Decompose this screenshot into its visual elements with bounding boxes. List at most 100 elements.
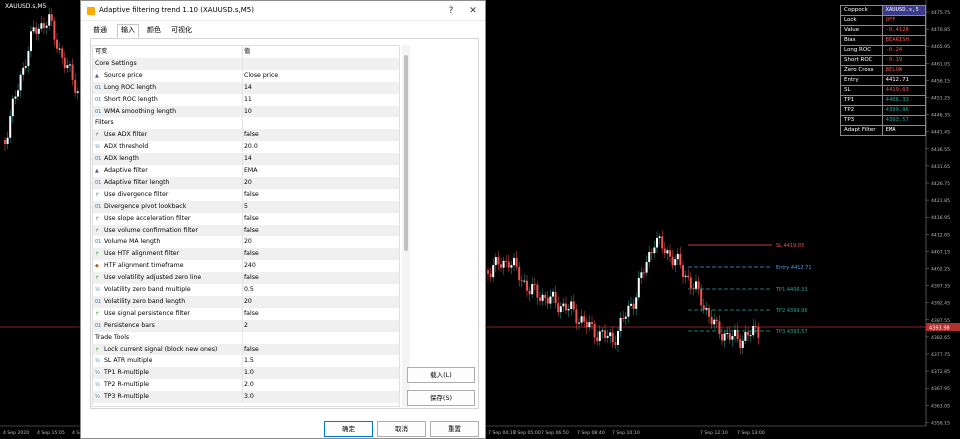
dialog-titlebar[interactable]: Adaptive filtering trend 1.10 (XAUUSD.s,… (81, 1, 485, 21)
info-row: Lock OFF (840, 15, 927, 26)
input-row[interactable]: ↱ Use ADX filter false (93, 129, 399, 142)
input-row[interactable]: ½ ADX threshold 20.0 (93, 141, 399, 154)
tab-common[interactable]: 普通 (93, 25, 107, 35)
candle-body (48, 14, 51, 26)
param-label: Volatility zero band multiple (104, 286, 191, 293)
tab-colors[interactable]: 颜色 (147, 25, 161, 35)
candle-body (679, 253, 682, 266)
info-value: XAUUSD.s,5 (881, 5, 927, 16)
info-label: Adapt Filter (840, 125, 883, 136)
candle-body (689, 277, 692, 289)
param-value[interactable]: 20.0 (244, 141, 394, 153)
candle-body (710, 316, 713, 325)
param-value[interactable]: 10 (244, 106, 394, 118)
info-row: Short ROC -0.19 (840, 55, 927, 66)
info-label: Short ROC (840, 55, 883, 66)
input-row[interactable]: 01 Adaptive filter length 20 (93, 176, 399, 189)
param-value[interactable]: 2.0 (244, 379, 394, 391)
input-row[interactable]: 01 Volume MA length 20 (93, 236, 399, 249)
param-label: Use signal persistence filter (104, 309, 190, 317)
input-row[interactable]: ↱ Use volume confirmation filter false (93, 224, 399, 237)
time-tick-label: 7 Sep 12:10 (700, 430, 728, 436)
input-row[interactable]: 01 Persistence bars 2 (93, 319, 399, 332)
param-label: Use ADX filter (104, 131, 148, 139)
param-value[interactable]: 1.5 (244, 355, 394, 367)
input-row[interactable]: ↱ Use volatility adjusted zero line false (93, 272, 399, 284)
ok-button[interactable]: 确定 (324, 421, 373, 437)
input-row[interactable]: ½ Volatility zero band multiple 0.5 (93, 284, 399, 296)
candle-body (546, 298, 549, 304)
input-row[interactable]: ½ TP3 R-multiple 3.0 (93, 391, 399, 403)
param-value[interactable]: 11 (244, 94, 394, 106)
param-value[interactable]: 240 (244, 260, 394, 272)
candle-body (9, 116, 12, 138)
candle-body (648, 252, 651, 263)
input-row[interactable]: ↱ Use divergence filter false (93, 188, 399, 201)
param-value[interactable]: false (244, 189, 394, 201)
save-button[interactable]: 保存(S) (407, 390, 475, 406)
param-value[interactable]: 0.5 (244, 284, 394, 296)
section-row: Core Settings (93, 57, 399, 70)
param-value[interactable]: false (244, 308, 394, 320)
input-row[interactable]: ½ TP2 R-multiple 2.0 (93, 379, 399, 392)
param-value[interactable]: 20 (244, 296, 394, 308)
chart-symbol-label: XAUUSD.s,M5 (5, 3, 47, 10)
param-label: Volume MA length (104, 238, 161, 246)
load-button[interactable]: 载入(L) (407, 367, 475, 383)
input-row[interactable]: 01 ADX length 14 (93, 153, 399, 165)
candle-body (492, 265, 495, 278)
param-value[interactable]: false (244, 225, 394, 237)
candle-body (684, 275, 687, 277)
param-value[interactable]: false (244, 248, 394, 260)
param-value[interactable]: 2 (244, 320, 394, 332)
input-row[interactable]: ▲ Adaptive filter EMA (93, 165, 399, 177)
info-value: EMA (881, 125, 927, 136)
param-value[interactable]: 20 (244, 236, 394, 248)
info-value: -0.24 (881, 45, 927, 56)
candle-body (661, 236, 664, 249)
input-row[interactable]: 01 Divergence pivot lookback 5 (93, 200, 399, 213)
param-value[interactable]: Close price (244, 70, 394, 82)
candle-body (643, 272, 645, 274)
candle-body (500, 264, 502, 268)
param-value[interactable]: false (244, 272, 394, 284)
param-label: Use volume confirmation filter (104, 226, 198, 234)
input-row[interactable]: ▲ Source price Close price (93, 69, 399, 82)
input-row[interactable]: ↱ Use slope acceleration filter false (93, 212, 399, 225)
cancel-button[interactable]: 取消 (377, 421, 426, 437)
param-value[interactable]: EMA (244, 165, 394, 177)
info-row: Value -0.4128 (840, 25, 927, 36)
input-row[interactable]: ↱ Use HTF alignment filter false (93, 248, 399, 261)
param-value[interactable]: 3.0 (244, 391, 394, 403)
param-value[interactable]: false (244, 344, 394, 356)
input-row[interactable]: 01 Long ROC length 14 (93, 81, 399, 94)
input-row[interactable]: 01 Short ROC length 11 (93, 93, 399, 106)
input-row[interactable]: ½ SL ATR multiple 1.5 (93, 355, 399, 368)
input-row[interactable]: ↱ Lock current signal (block new ones) fal… (93, 343, 399, 356)
grid-scrollbar[interactable] (402, 45, 410, 407)
param-value[interactable]: 14 (244, 82, 394, 94)
tab-visualization[interactable]: 可视化 (171, 25, 192, 35)
input-row[interactable]: 01 Volatility zero band length 20 (93, 295, 399, 308)
param-value[interactable]: false (244, 129, 394, 141)
close-icon[interactable]: ✕ (467, 5, 479, 17)
param-label: Adaptive filter length (104, 178, 170, 186)
param-value[interactable]: 14 (244, 153, 394, 165)
help-icon[interactable]: ? (445, 5, 457, 17)
candle-body (598, 331, 601, 342)
reset-button[interactable]: 重置 (430, 421, 479, 437)
input-row[interactable]: ½ TP1 R-multiple 1.0 (93, 367, 399, 380)
input-row[interactable]: ◆ HTF alignment timeframe 240 (93, 260, 399, 273)
scrollbar-thumb[interactable] (404, 55, 408, 251)
param-value[interactable]: 1.0 (244, 367, 394, 379)
input-row[interactable]: ↱ Use signal persistence filter false (93, 307, 399, 320)
info-value: 4393.57 (881, 115, 927, 126)
param-value[interactable]: false (244, 213, 394, 225)
trade-level-label: TP1 4406.33 (775, 287, 808, 293)
param-value[interactable]: 20 (244, 177, 394, 189)
input-row[interactable]: 01 WMA smoothing length 10 (93, 105, 399, 118)
tab-inputs[interactable]: 输入 (117, 24, 139, 38)
param-value[interactable]: 5 (244, 201, 394, 213)
inputs-panel: 可变 值 Core Settings ▲ Source price Close pri… (90, 38, 479, 409)
candle-body (630, 303, 632, 306)
